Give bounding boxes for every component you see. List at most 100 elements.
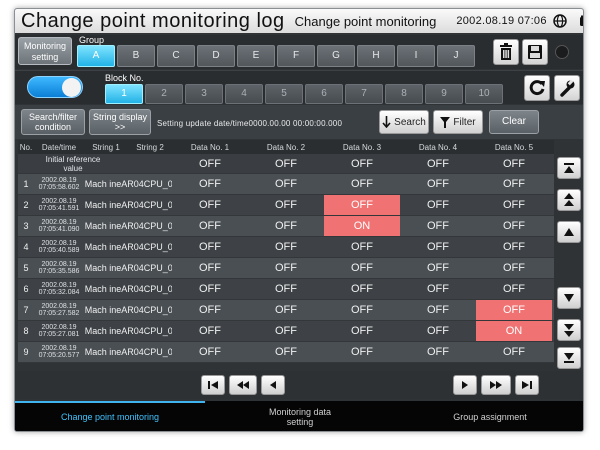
block-tab-10[interactable]: 10 [465, 84, 503, 104]
table-header: No. Date/time String 1 String 2 Data No.… [18, 140, 554, 154]
row-string1: Mach ineA [84, 200, 128, 210]
globe-icon[interactable] [553, 13, 567, 29]
row-date: 2002.08.19 [41, 324, 77, 331]
row-string2: R04CPU_0 [128, 242, 172, 252]
row-date: 2002.08.19 [41, 219, 77, 226]
row-data5: OFF [503, 199, 525, 211]
block-tab-2[interactable]: 2 [145, 84, 183, 104]
table-row[interactable]: 8 2002.08.19 07:05:27.081 Mach ineA R04CP… [18, 321, 554, 342]
row-data5: OFF [503, 346, 525, 358]
table-row[interactable]: 2 2002.08.19 07:05:41.591 Mach ineA R04CP… [18, 195, 554, 216]
tab-change-point-monitoring[interactable]: Change point monitoring [15, 401, 205, 431]
row-no: 8 [23, 326, 29, 336]
initial-reference-label: Initial reference value [18, 154, 128, 173]
block-tab-7[interactable]: 7 [345, 84, 383, 104]
group-tab-e[interactable]: E [237, 45, 275, 67]
row-data2: OFF [275, 325, 297, 337]
table-row[interactable]: 7 2002.08.19 07:05:27.582 Mach ineA R04CP… [18, 300, 554, 321]
row-no: 4 [23, 242, 29, 252]
row-datetime: 2002.08.19 07:05:41.090 [34, 216, 84, 236]
rewind-button[interactable] [229, 375, 257, 395]
row-no: 7 [23, 305, 29, 315]
header-datetime: Date/time [41, 142, 77, 152]
block-tab-1[interactable]: 1 [105, 84, 143, 104]
block-tab-8[interactable]: 8 [385, 84, 423, 104]
filter-label: Filter [453, 116, 476, 128]
group-tab-i[interactable]: I [397, 45, 435, 67]
scroll-down-button[interactable] [557, 287, 581, 309]
row-datetime: 2002.08.19 07:05:27.081 [34, 321, 84, 341]
row-date: 2002.08.19 [41, 177, 77, 184]
clear-button[interactable]: Clear [489, 110, 539, 134]
row-data5: OFF [503, 241, 525, 253]
row-data2: OFF [275, 283, 297, 295]
block-tab-4[interactable]: 4 [225, 84, 263, 104]
toggle-knob [62, 78, 81, 97]
last-page-button[interactable] [515, 375, 539, 395]
table-row[interactable]: 4 2002.08.19 07:05:40.589 Mach ineA R04CP… [18, 237, 554, 258]
save-icon[interactable] [522, 39, 548, 65]
row-data4: OFF [427, 346, 449, 358]
row-data5-changed: ON [476, 321, 552, 341]
search-button[interactable]: Search [379, 110, 429, 134]
title-bar: Change point monitoring log Change point… [15, 9, 583, 33]
trash-icon[interactable] [493, 39, 519, 65]
group-tab-f[interactable]: F [277, 45, 315, 67]
table-row[interactable]: 9 2002.08.19 07:05:20.577 Mach ineA R04CP… [18, 342, 554, 363]
group-tab-c[interactable]: C [157, 45, 195, 67]
block-tab-9[interactable]: 9 [425, 84, 463, 104]
block-tab-3[interactable]: 3 [185, 84, 223, 104]
row-no: 5 [23, 263, 29, 273]
scroll-bottom-button[interactable] [557, 347, 581, 369]
search-filter-condition-button[interactable]: Search/filter condition [21, 109, 85, 135]
table-row[interactable]: 5 2002.08.19 07:05:35.586 Mach ineA R04CP… [18, 258, 554, 279]
row-data1: OFF [199, 178, 221, 190]
row-data3: OFF [351, 262, 373, 274]
row-no: 9 [23, 347, 29, 357]
first-page-button[interactable] [201, 375, 225, 395]
string-display-button[interactable]: String display >> [89, 109, 151, 135]
tab-group-assignment[interactable]: Group assignment [395, 401, 583, 431]
group-tab-h[interactable]: H [357, 45, 395, 67]
row-string1: Mach ineA [84, 284, 128, 294]
page-up-button[interactable] [557, 189, 581, 211]
block-label: Block No. [105, 73, 144, 83]
table-row[interactable]: 3 2002.08.19 07:05:41.090 Mach ineA R04CP… [18, 216, 554, 237]
group-tab-j[interactable]: J [437, 45, 475, 67]
group-tab-g[interactable]: G [317, 45, 355, 67]
filter-button[interactable]: Filter [433, 110, 483, 134]
double-down-icon [564, 324, 574, 337]
next-button[interactable] [453, 375, 477, 395]
table-row[interactable]: 1 2002.08.19 07:05:58.602 Mach ineA R04CP… [18, 174, 554, 195]
row-data4: OFF [427, 178, 449, 190]
footer-nav: Change point monitoring Monitoring data … [15, 401, 583, 431]
row-datetime: 2002.08.19 07:05:40.589 [34, 237, 84, 257]
row-time: 07:05:27.081 [38, 331, 80, 338]
scroll-up-button[interactable] [557, 221, 581, 243]
previous-button[interactable] [261, 375, 285, 395]
camera-icon[interactable] [579, 13, 583, 29]
group-tab-d[interactable]: D [197, 45, 235, 67]
block-tab-6[interactable]: 6 [305, 84, 343, 104]
refresh-icon[interactable] [524, 75, 550, 101]
app-window: Change point monitoring log Change point… [14, 8, 584, 432]
page-down-button[interactable] [557, 319, 581, 341]
scroll-top-button[interactable] [557, 157, 581, 179]
row-date: 2002.08.19 [41, 240, 77, 247]
fast-forward-button[interactable] [481, 375, 511, 395]
tab-monitoring-data-setting[interactable]: Monitoring data setting [205, 401, 395, 431]
block-tab-5[interactable]: 5 [265, 84, 303, 104]
group-tab-b[interactable]: B [117, 45, 155, 67]
row-data3: OFF [351, 304, 373, 316]
row-data1: OFF [199, 241, 221, 253]
row-string1: Mach ineA [84, 263, 128, 273]
monitor-toggle-switch[interactable] [27, 76, 83, 98]
row-time: 07:05:35.586 [38, 268, 80, 275]
screen-subtitle: Change point monitoring [294, 13, 437, 29]
row-data1: OFF [199, 346, 221, 358]
table-row[interactable]: 6 2002.08.19 07:05:32.084 Mach ineA R04CP… [18, 279, 554, 300]
wrench-icon[interactable] [554, 75, 580, 101]
group-tab-a[interactable]: A [77, 45, 115, 67]
row-data4: OFF [427, 199, 449, 211]
monitoring-setting-button[interactable]: Monitoring setting [18, 37, 72, 65]
